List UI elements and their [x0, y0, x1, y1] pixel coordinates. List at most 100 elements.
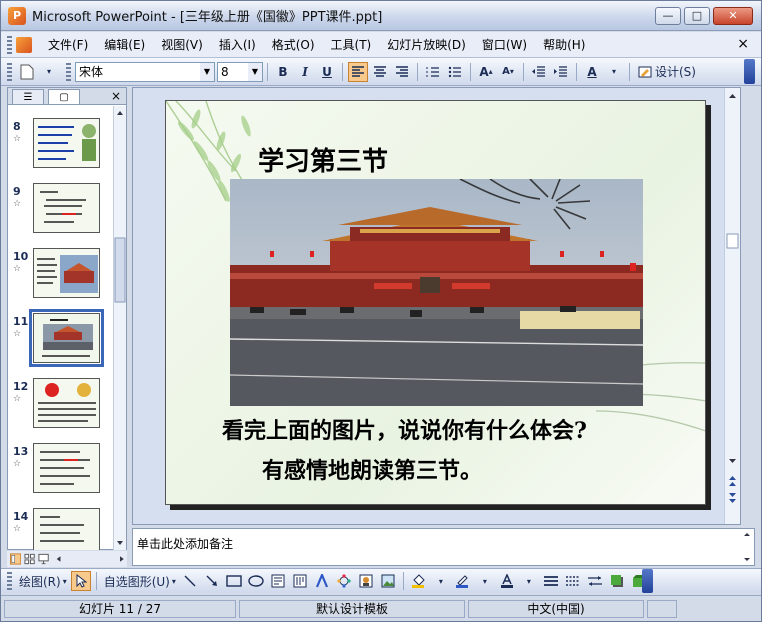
- picture-icon[interactable]: [378, 571, 398, 591]
- vertical-textbox-icon[interactable]: [290, 571, 310, 591]
- design-button[interactable]: 设计(S): [635, 62, 699, 82]
- numbered-list-icon[interactable]: [423, 62, 443, 82]
- align-left-button[interactable]: [348, 61, 368, 82]
- chevron-down-icon[interactable]: ▾: [431, 571, 451, 591]
- notes-pane[interactable]: 单击此处添加备注: [132, 528, 755, 566]
- line-color-icon[interactable]: [453, 571, 473, 591]
- formatting-toolbar: ▾ 宋体 ▼ 8 ▼ B I U A ▴ A ▾ A ▾ 设计(S): [1, 58, 761, 86]
- chevron-down-icon[interactable]: ▾: [475, 571, 495, 591]
- current-slide[interactable]: 学习第三节 看完上面的图片，说说你有什么体会? 有感情地朗读第三节。: [165, 100, 706, 505]
- autoshapes-menu-button[interactable]: 自选图形(U) ▾: [102, 571, 178, 591]
- toolbar-grip-icon[interactable]: [7, 62, 12, 81]
- thumbnail-scrollbar[interactable]: [113, 106, 126, 550]
- font-name-select[interactable]: 宋体 ▼: [75, 61, 215, 82]
- thumbnail-number: 9: [13, 185, 21, 198]
- menu-view[interactable]: 视图(V): [153, 36, 211, 53]
- draw-toolbar-grip-icon[interactable]: [7, 572, 12, 590]
- fill-color-icon[interactable]: [409, 571, 429, 591]
- decrease-font-size-icon[interactable]: A ▾: [498, 62, 518, 82]
- draw-menu-label: 绘图(R): [19, 574, 61, 589]
- normal-view-icon[interactable]: [10, 553, 22, 565]
- slide-sorter-icon[interactable]: [24, 553, 35, 565]
- chevron-down-icon[interactable]: ▾: [519, 571, 539, 591]
- close-document-button[interactable]: ×: [737, 36, 749, 52]
- rectangle-tool-icon[interactable]: [224, 571, 244, 591]
- line-style-icon[interactable]: [541, 571, 561, 591]
- title-bar[interactable]: P Microsoft PowerPoint - [三年级上册《国徽》PPT课件…: [1, 1, 761, 31]
- menu-edit[interactable]: 编辑(E): [96, 36, 153, 53]
- slide-thumbnail-9[interactable]: 9 ☆: [8, 183, 114, 245]
- chevron-down-icon[interactable]: ▼: [200, 62, 214, 81]
- toolbar-separator: [470, 62, 471, 81]
- increase-indent-icon[interactable]: [551, 62, 571, 82]
- document-menu-icon[interactable]: [16, 36, 32, 53]
- slide-thumbnail-13[interactable]: 13 ☆: [8, 443, 114, 505]
- menu-format[interactable]: 格式(O): [264, 36, 323, 53]
- powerpoint-app-icon[interactable]: P: [8, 6, 26, 25]
- menu-insert[interactable]: 插入(I): [211, 36, 264, 53]
- textbox-tool-icon[interactable]: [268, 571, 288, 591]
- slide-thumbnail-12[interactable]: 12 ☆: [8, 378, 114, 440]
- slide-thumbnail-8[interactable]: 8 ☆: [8, 118, 114, 180]
- slide-text-question[interactable]: 看完上面的图片，说说你有什么体会?: [222, 413, 587, 445]
- menu-help[interactable]: 帮助(H): [535, 36, 593, 53]
- chevron-down-icon[interactable]: ▼: [248, 62, 262, 81]
- horizontal-scroll-icon[interactable]: [53, 553, 127, 565]
- underline-button[interactable]: U: [317, 62, 337, 82]
- transition-star-icon: ☆: [13, 524, 22, 534]
- thumbnail-number: 8: [13, 120, 21, 133]
- chevron-down-icon[interactable]: ▾: [604, 62, 624, 82]
- tab-slides[interactable]: ▢: [48, 89, 80, 104]
- menu-tools[interactable]: 工具(T): [323, 36, 380, 53]
- menu-slideshow[interactable]: 幻灯片放映(D): [379, 36, 474, 53]
- clipart-icon[interactable]: [356, 571, 376, 591]
- notes-placeholder: 单击此处添加备注: [137, 537, 234, 551]
- slideshow-icon[interactable]: [38, 553, 50, 565]
- maximize-button[interactable]: □: [684, 6, 710, 25]
- tab-outline[interactable]: ☰: [12, 89, 44, 104]
- notes-scrollbar[interactable]: [741, 529, 753, 565]
- menu-grip-icon[interactable]: [7, 35, 12, 54]
- menu-file[interactable]: 文件(F): [40, 36, 96, 53]
- align-right-button[interactable]: [392, 62, 412, 82]
- slide-scrollbar[interactable]: [724, 88, 740, 524]
- arrow-style-icon[interactable]: [585, 571, 605, 591]
- new-document-icon[interactable]: [17, 62, 37, 82]
- toolbar-options-icon[interactable]: ▾: [39, 62, 59, 82]
- diagram-icon[interactable]: [334, 571, 354, 591]
- bullet-list-icon[interactable]: [445, 62, 465, 82]
- oval-tool-icon[interactable]: [246, 571, 266, 591]
- slides-pane: ☰ ▢ × 8 ☆ 9 ☆ 10 ☆ 11 ☆ 12 ☆ 13 ☆ 14 ☆: [7, 87, 127, 550]
- dash-style-icon[interactable]: [563, 571, 583, 591]
- slide-thumbnail-14[interactable]: 14 ☆: [8, 508, 114, 550]
- drawbar-overflow-button[interactable]: [642, 569, 653, 593]
- slide-thumbnail-10[interactable]: 10 ☆: [8, 248, 114, 310]
- draw-menu-button[interactable]: 绘图(R) ▾: [17, 571, 69, 591]
- shadow-style-icon[interactable]: [607, 571, 627, 591]
- toolbar-grip-icon-2[interactable]: [66, 62, 71, 81]
- thumbnail-image: [29, 309, 104, 367]
- minimize-button[interactable]: —: [655, 6, 681, 25]
- bold-button[interactable]: B: [273, 62, 293, 82]
- close-window-button[interactable]: ✕: [713, 6, 753, 25]
- line-tool-icon[interactable]: [180, 571, 200, 591]
- arrow-tool-icon[interactable]: [202, 571, 222, 591]
- slide-title[interactable]: 学习第三节: [258, 141, 388, 178]
- toolbar-overflow-button[interactable]: [744, 59, 755, 84]
- select-objects-arrow-icon[interactable]: [70, 571, 91, 591]
- wordart-icon[interactable]: [312, 571, 332, 591]
- increase-font-size-icon[interactable]: A ▴: [476, 62, 496, 82]
- font-color-button[interactable]: A: [582, 62, 602, 82]
- thumbnail-number: 11: [13, 315, 29, 328]
- italic-button[interactable]: I: [295, 62, 315, 82]
- align-center-button[interactable]: [370, 62, 390, 82]
- close-pane-icon[interactable]: ×: [111, 89, 121, 103]
- decrease-indent-icon[interactable]: [529, 62, 549, 82]
- tiananmen-photo[interactable]: [230, 179, 643, 406]
- menu-window[interactable]: 窗口(W): [474, 36, 535, 53]
- slide-text-instruction[interactable]: 有感情地朗读第三节。: [262, 453, 482, 485]
- tiananmen-image: [230, 179, 643, 406]
- draw-font-color-icon[interactable]: [497, 571, 517, 591]
- font-size-select[interactable]: 8 ▼: [217, 61, 263, 82]
- slide-thumbnail-11[interactable]: 11 ☆: [8, 309, 114, 375]
